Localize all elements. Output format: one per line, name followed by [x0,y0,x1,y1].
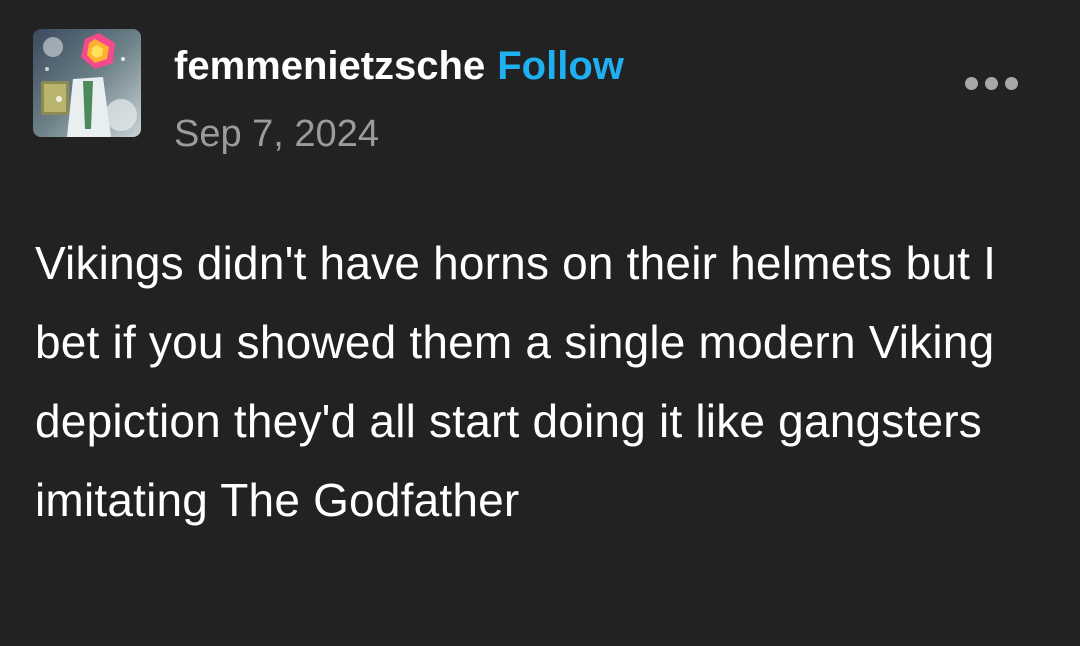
author-line: femmenietzsche Follow [174,40,624,92]
ellipsis-icon [964,76,1018,90]
post-card: femmenietzsche Follow Sep 7, 2024 Vikings… [0,0,1080,646]
follow-button[interactable]: Follow [497,44,624,88]
avatar-illustration-icon [33,29,141,137]
more-options-button[interactable] [955,66,1027,100]
post-date[interactable]: Sep 7, 2024 [174,110,624,158]
author-username[interactable]: femmenietzsche [174,44,485,88]
post-text: Vikings didn't have horns on their helme… [35,237,997,526]
post-header: femmenietzsche Follow Sep 7, 2024 [174,40,624,158]
avatar[interactable] [33,29,141,137]
